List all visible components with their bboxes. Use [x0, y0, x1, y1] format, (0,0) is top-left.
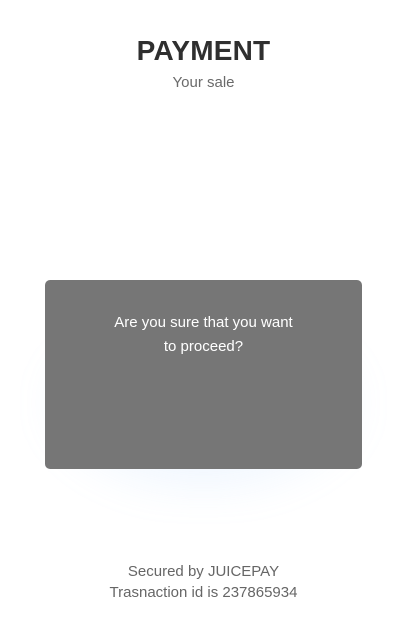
dialog-message: Are you sure that you want to proceed? — [114, 314, 293, 355]
page-subtitle: Your sale — [172, 74, 235, 91]
secured-by-text: Secured by JUICEPAY — [127, 563, 280, 580]
confirmation-dialog: Are you sure that you want to proceed? — [45, 280, 362, 469]
payment-footer: Secured by JUICEPAY Trasnaction id is 23… — [0, 561, 407, 603]
payment-header: PAYMENT Your sale — [0, 34, 407, 92]
page-title: PAYMENT — [136, 35, 271, 66]
payment-page: PAYMENT Your sale Are you sure that you … — [0, 0, 407, 640]
confirmation-dialog-wrapper: Are you sure that you want to proceed? — [35, 280, 372, 508]
transaction-id-text: Trasnaction id is 237865934 — [109, 584, 298, 601]
